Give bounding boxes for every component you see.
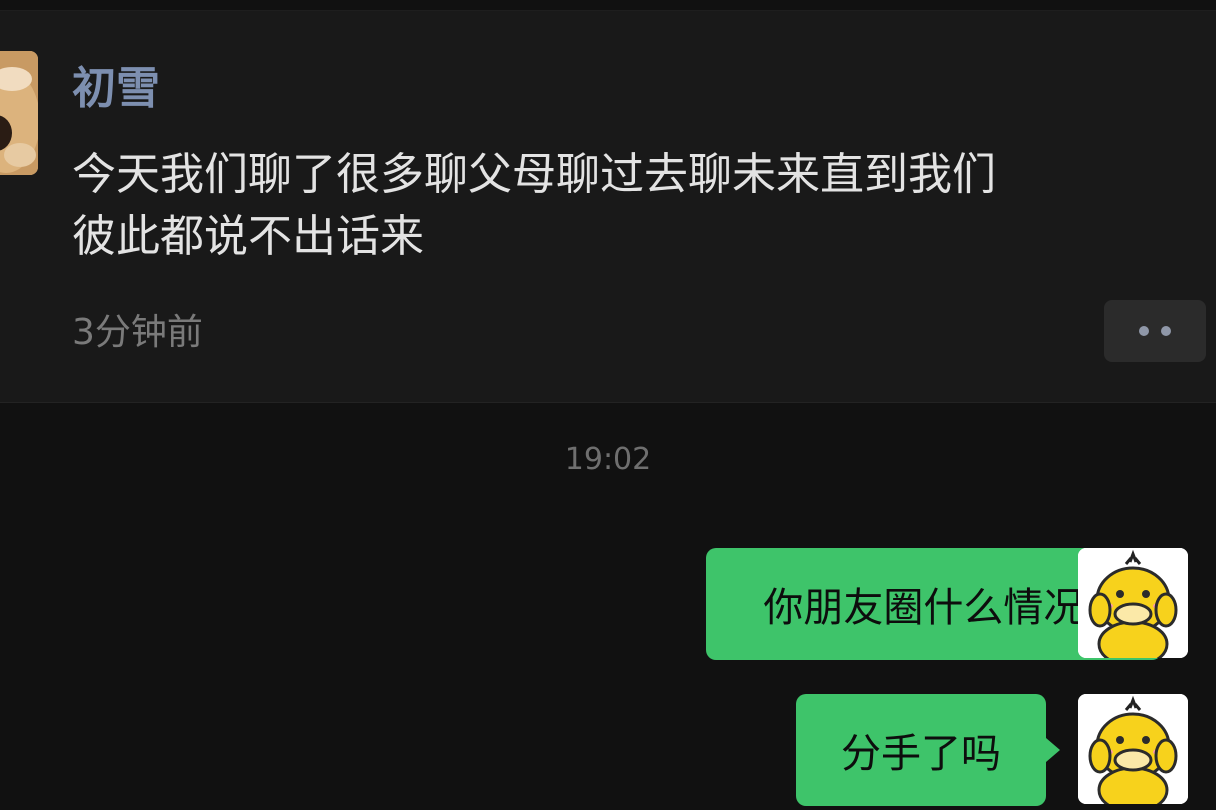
my-avatar[interactable] [1078, 694, 1188, 804]
yellow-duck-icon [1078, 548, 1188, 658]
message-row: 你朋友圈什么情况? [706, 548, 1188, 660]
moment-timestamp: 3分钟前 [72, 312, 203, 353]
author-avatar[interactable] [0, 51, 38, 175]
more-dots-icon [1139, 326, 1149, 336]
bubble-tail [1046, 738, 1060, 762]
my-avatar[interactable] [1078, 548, 1188, 658]
message-bubble[interactable]: 分手了吗 [796, 694, 1046, 806]
message-row: 分手了吗 [796, 694, 1188, 806]
moment-text: 今天我们聊了很多聊父母聊过去聊未来直到我们 彼此都说不出话来 [72, 149, 996, 262]
moment-author-name[interactable]: 初雪 [72, 63, 160, 115]
chat-timestamp: 19:02 [564, 442, 652, 477]
more-dots-icon [1161, 326, 1171, 336]
yellow-duck-icon [1078, 694, 1188, 804]
more-button[interactable] [1104, 300, 1206, 362]
top-divider [0, 0, 1216, 11]
moment-card: 初雪 今天我们聊了很多聊父母聊过去聊未来直到我们 彼此都说不出话来 3分钟前 [0, 11, 1216, 403]
